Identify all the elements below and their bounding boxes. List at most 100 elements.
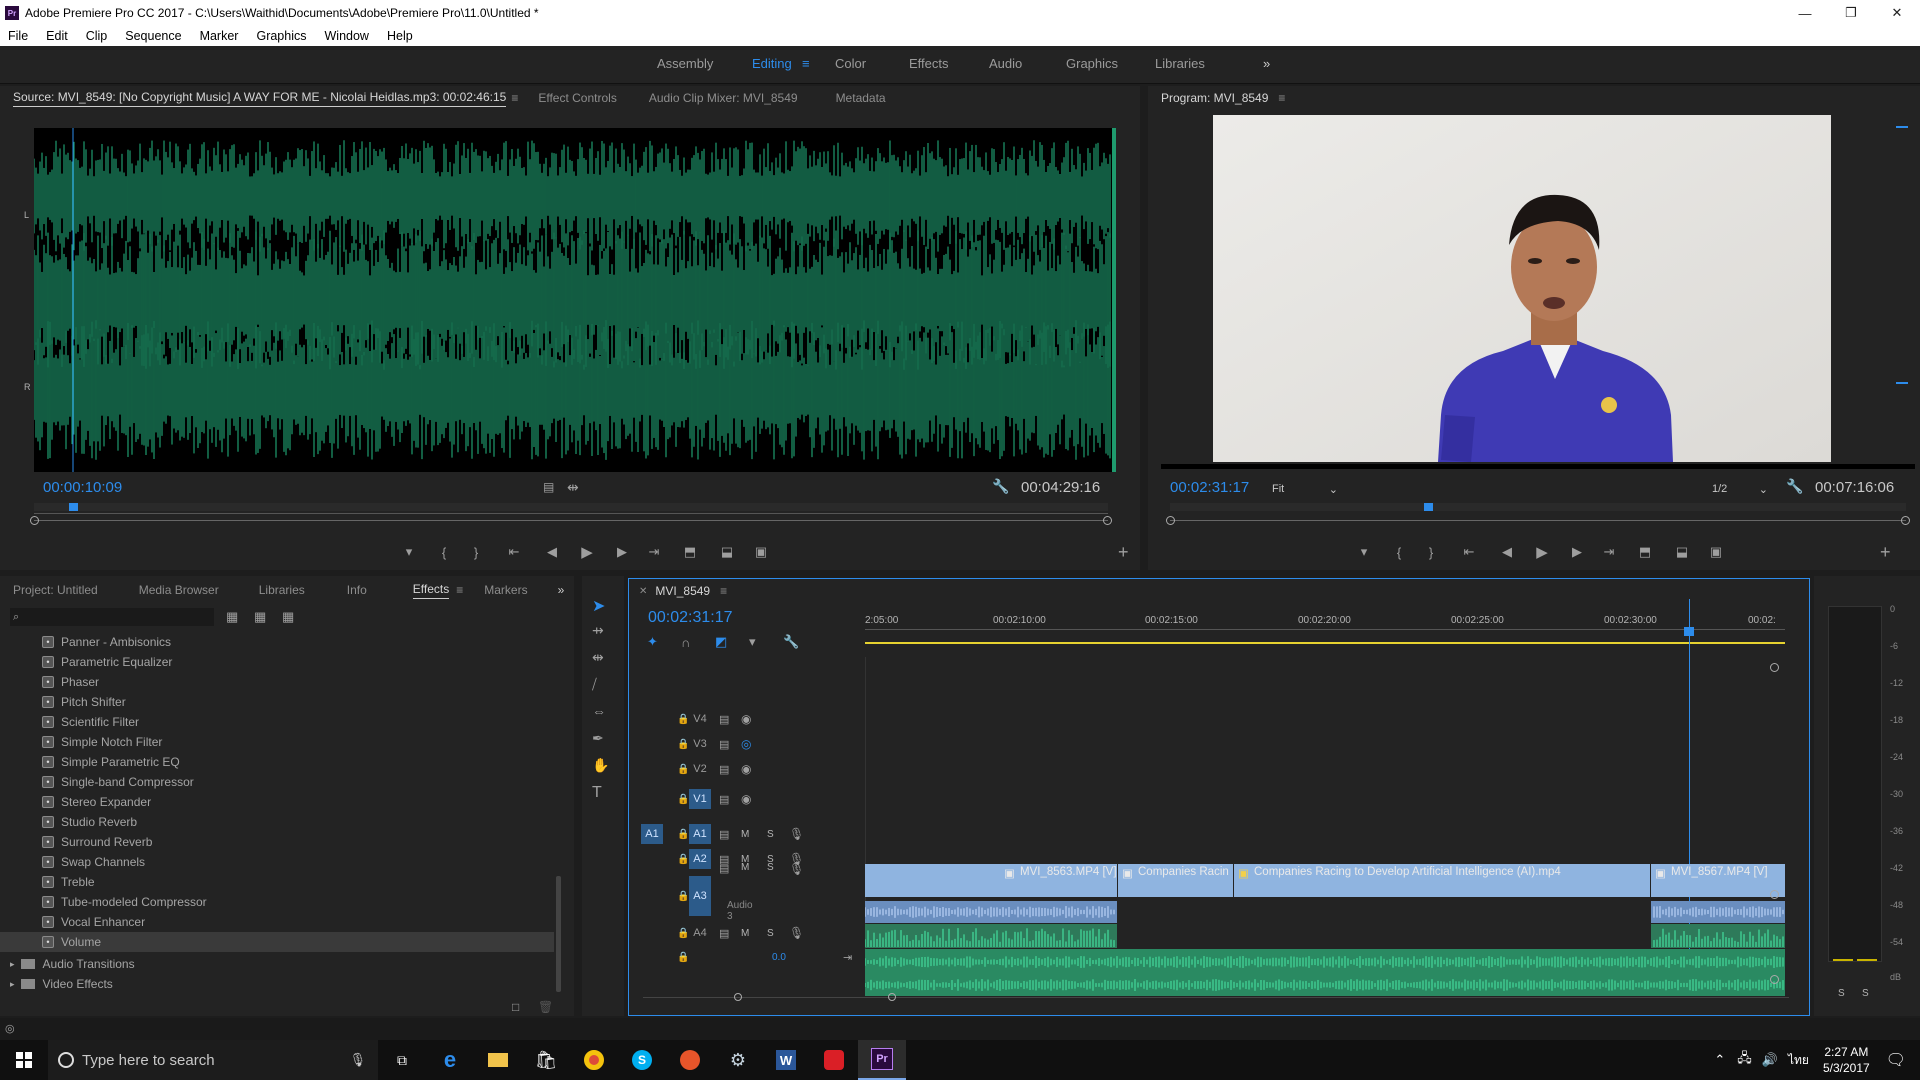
- lock-icon[interactable]: 🔒: [677, 714, 689, 725]
- effect-item[interactable]: • Scientific Filter: [0, 712, 556, 732]
- track-label[interactable]: V2: [689, 759, 711, 779]
- drag-video-icon[interactable]: ▤: [543, 480, 554, 494]
- work-area-bar[interactable]: [865, 642, 1785, 644]
- track-label[interactable]: A4: [689, 923, 711, 943]
- clip-v1-mvi8563[interactable]: ▣ MVI_8563.MP4 [V]: [865, 864, 1117, 897]
- sync-lock-icon[interactable]: ▤: [719, 828, 729, 841]
- minimize-icon[interactable]: —: [1782, 0, 1828, 26]
- effect-item-selected[interactable]: • Volume: [0, 932, 554, 952]
- program-play-icon[interactable]: ▶: [1523, 543, 1561, 561]
- menu-clip[interactable]: Clip: [86, 29, 108, 43]
- fit-dropdown[interactable]: Fit ⌄: [1272, 480, 1338, 498]
- tab-media-browser[interactable]: Media Browser: [139, 583, 219, 597]
- program-title[interactable]: Program: MVI_8549: [1161, 91, 1268, 105]
- language-indicator[interactable]: ไทย: [1788, 1051, 1809, 1070]
- program-video-frame[interactable]: [1213, 115, 1831, 462]
- steam-icon[interactable]: ⚙: [714, 1040, 762, 1080]
- tab-markers[interactable]: Markers: [484, 583, 527, 597]
- program-mark-in-icon[interactable]: {: [1383, 545, 1415, 560]
- premiere-taskbar-icon[interactable]: Pr: [858, 1040, 906, 1080]
- source-playhead-marker[interactable]: [69, 503, 78, 511]
- task-view-icon[interactable]: ⧉: [378, 1040, 426, 1080]
- effect-item[interactable]: • Studio Reverb: [0, 812, 556, 832]
- source-menu-icon[interactable]: ≡: [511, 91, 518, 105]
- new-bin-icon[interactable]: □: [512, 1000, 519, 1014]
- timeline-hscroll[interactable]: [643, 997, 1789, 998]
- menu-marker[interactable]: Marker: [200, 29, 239, 43]
- track-label[interactable]: A1: [689, 824, 711, 844]
- nest-icon[interactable]: ✦: [647, 634, 681, 650]
- clip-v1-companies-a[interactable]: ▣ Companies Racin: [1118, 864, 1233, 897]
- workspace-editing[interactable]: Editing: [752, 56, 792, 71]
- timeline-close-icon[interactable]: ✕: [639, 586, 647, 597]
- lock-icon[interactable]: 🔒: [677, 739, 689, 750]
- edge-icon[interactable]: e: [426, 1040, 474, 1080]
- restore-icon[interactable]: ❐: [1828, 0, 1874, 26]
- program-scroll-marker-top[interactable]: [1896, 126, 1908, 128]
- source-amplitude-scale[interactable]: [1118, 128, 1134, 472]
- program-menu-icon[interactable]: ≡: [1278, 91, 1285, 105]
- expand-icon[interactable]: ▸: [10, 959, 15, 970]
- word-icon[interactable]: W: [762, 1040, 810, 1080]
- go-to-end-icon[interactable]: ⇥: [843, 951, 852, 964]
- source-zoom-right-handle[interactable]: [1103, 516, 1112, 525]
- program-export-frame-icon[interactable]: ▣: [1699, 544, 1733, 560]
- panel-overflow-icon[interactable]: »: [558, 583, 565, 597]
- sync-lock-icon[interactable]: ▤: [719, 738, 729, 751]
- lock-icon[interactable]: 🔒: [677, 952, 689, 963]
- source-add-button-icon[interactable]: +: [1118, 542, 1129, 563]
- solo-button[interactable]: S: [767, 829, 774, 840]
- lock-icon[interactable]: 🔒: [677, 829, 689, 840]
- effect-item[interactable]: • Vocal Enhancer: [0, 912, 556, 932]
- solo-button[interactable]: S: [767, 862, 774, 873]
- timeline-timecode[interactable]: 00:02:31:17: [648, 609, 733, 627]
- effect-item[interactable]: • Tube-modeled Compressor: [0, 892, 556, 912]
- menu-sequence[interactable]: Sequence: [125, 29, 181, 43]
- program-zoom-right-handle[interactable]: [1901, 516, 1910, 525]
- lift-icon[interactable]: ⬒: [1625, 544, 1665, 560]
- program-mark-out-icon[interactable]: }: [1415, 545, 1447, 560]
- track-select-tool-icon[interactable]: ⇸: [592, 622, 604, 639]
- linked-selection-icon[interactable]: ◩: [715, 634, 749, 650]
- hand-tool-icon[interactable]: ✋: [592, 757, 609, 774]
- clip-v1-mvi8567[interactable]: ▣ MVI_8567.MP4 [V]: [1651, 864, 1785, 897]
- track-label[interactable]: V4: [689, 709, 711, 729]
- microphone-icon[interactable]: 🎙: [789, 862, 804, 876]
- solo-button[interactable]: S: [767, 928, 774, 939]
- sync-lock-icon[interactable]: ▤: [719, 862, 729, 875]
- workspace-graphics[interactable]: Graphics: [1066, 56, 1118, 71]
- tab-audio-clip-mixer[interactable]: Audio Clip Mixer: MVI_8549: [649, 91, 798, 105]
- insert-icon[interactable]: ⬒: [670, 544, 710, 560]
- mute-button[interactable]: M: [741, 928, 749, 939]
- accelerated-effects-icon[interactable]: ▦: [226, 609, 238, 625]
- selection-tool-icon[interactable]: ➤: [592, 596, 605, 616]
- go-to-in-icon[interactable]: ⇤: [492, 544, 536, 560]
- timeline-hscroll-right-handle[interactable]: [888, 993, 896, 1001]
- extract-icon[interactable]: ⬓: [1665, 544, 1699, 560]
- effect-item[interactable]: • Simple Parametric EQ: [0, 752, 556, 772]
- lock-icon[interactable]: 🔒: [677, 928, 689, 939]
- creative-cloud-icon[interactable]: [810, 1040, 858, 1080]
- track-label[interactable]: A3: [689, 876, 711, 916]
- sync-lock-icon[interactable]: ▤: [719, 927, 729, 940]
- tab-effect-controls[interactable]: Effect Controls: [538, 91, 616, 105]
- menu-help[interactable]: Help: [387, 29, 413, 43]
- meter-solo-left[interactable]: S: [1838, 988, 1845, 999]
- clip-v1-companies-b[interactable]: ▣ Companies Racing to Develop Artificial…: [1234, 864, 1650, 897]
- effect-item[interactable]: • Single-band Compressor: [0, 772, 556, 792]
- source-mini-timeline[interactable]: [30, 503, 1112, 527]
- file-explorer-icon[interactable]: [474, 1040, 522, 1080]
- program-add-marker-icon[interactable]: ▾: [1345, 544, 1383, 560]
- lock-icon[interactable]: 🔒: [677, 891, 689, 902]
- type-tool-icon[interactable]: T: [592, 784, 602, 802]
- windows-start-icon[interactable]: [0, 1040, 48, 1080]
- tab-info[interactable]: Info: [347, 583, 367, 597]
- source-timecode[interactable]: 00:00:10:09: [43, 479, 122, 496]
- folder-video-effects[interactable]: ▸ Video Effects: [0, 974, 556, 994]
- folder-audio-transitions[interactable]: ▸ Audio Transitions: [0, 954, 556, 974]
- sync-lock-icon[interactable]: ▤: [719, 793, 729, 806]
- workspace-libraries[interactable]: Libraries: [1155, 56, 1205, 71]
- media-player-icon[interactable]: [666, 1040, 714, 1080]
- source-patch-a1[interactable]: A1: [641, 824, 663, 844]
- tab-effects[interactable]: Effects: [412, 582, 450, 599]
